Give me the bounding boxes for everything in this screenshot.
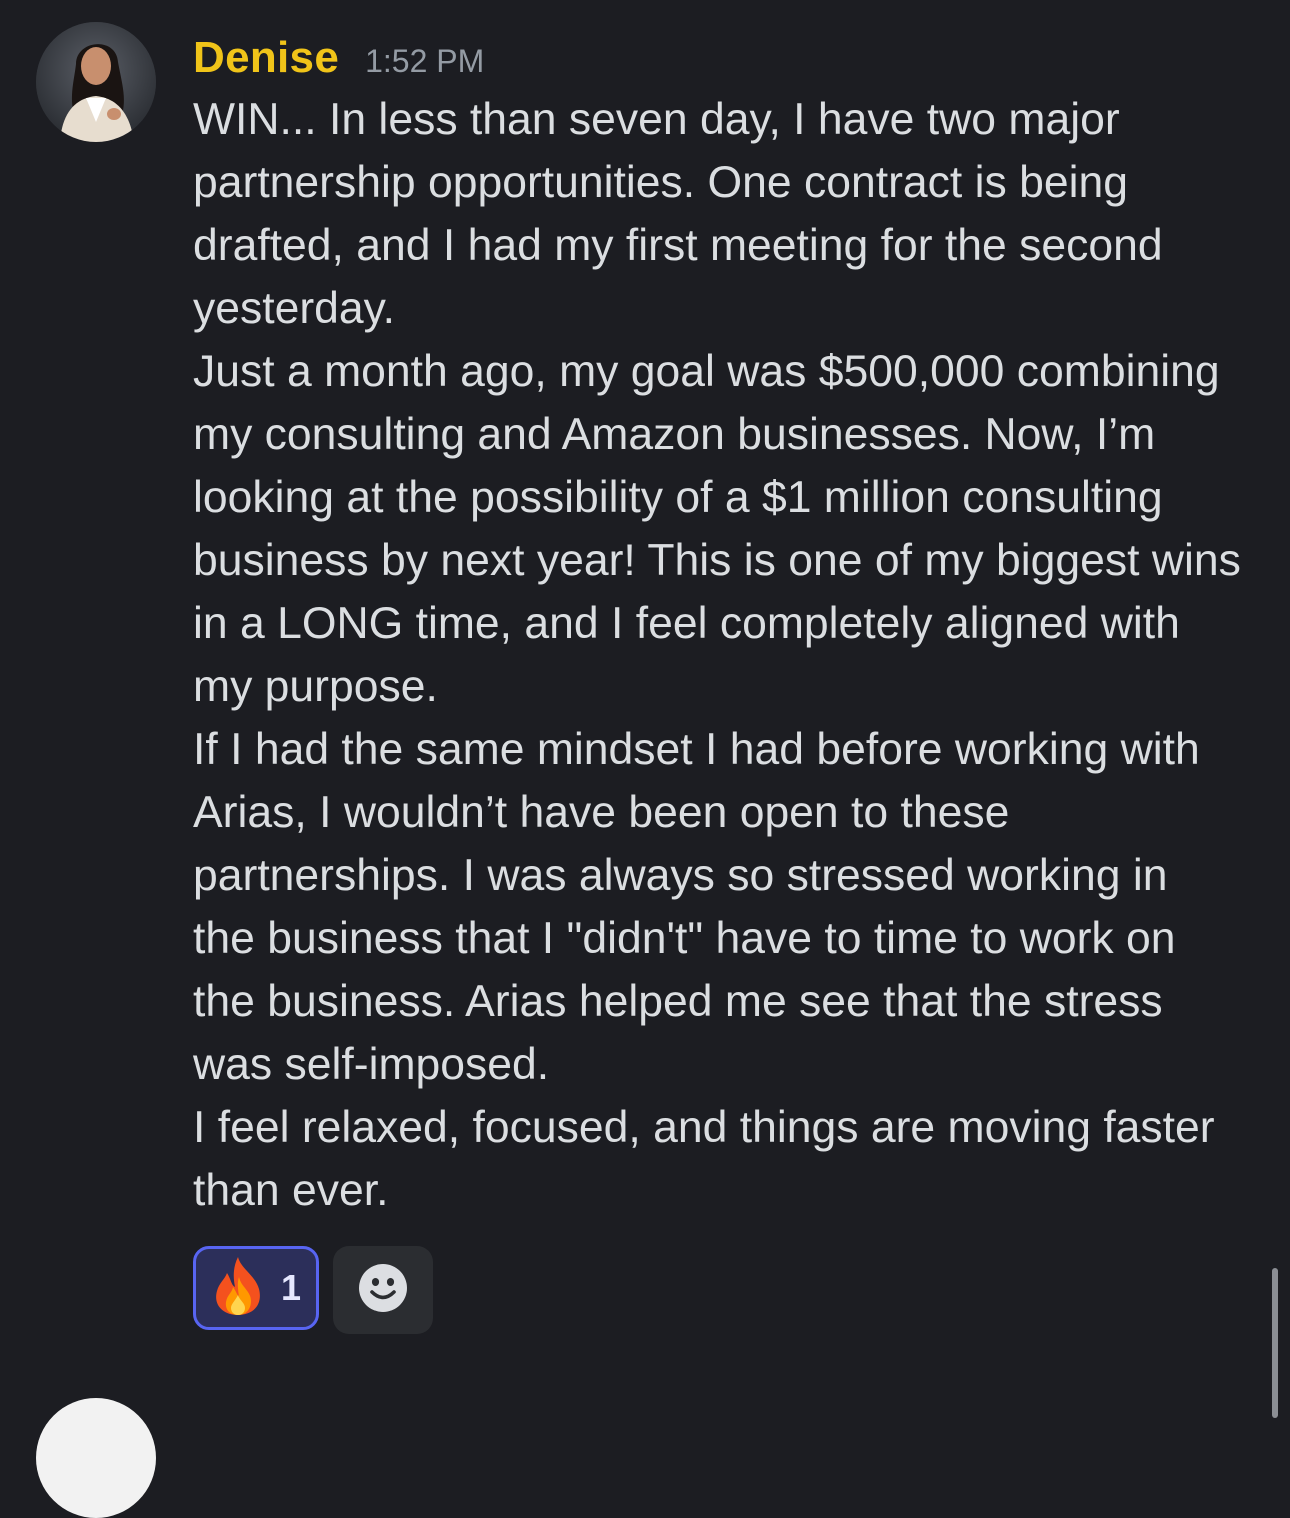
message-line: in a LONG time, and I feel completely al…	[193, 599, 1180, 648]
message-line: the business. Arias helped me see that t…	[193, 977, 1163, 1026]
message-line: Arias, I wouldn’t have been open to thes…	[193, 788, 1010, 837]
reaction-count: 1	[280, 1267, 302, 1308]
message-line: yesterday.	[193, 284, 395, 333]
message-line: business by next year! This is one of my…	[193, 536, 1241, 585]
message-line: Just a month ago, my goal was $500,000 c…	[193, 347, 1220, 396]
message-line: partnerships. I was always so stressed w…	[193, 851, 1168, 900]
user-avatar[interactable]	[36, 22, 156, 142]
message-line: If I had the same mindset I had before w…	[193, 725, 1200, 774]
fire-icon	[211, 1255, 265, 1322]
next-message-avatar[interactable]	[36, 1398, 156, 1518]
reactions-bar: 1	[193, 1246, 433, 1334]
message-line: than ever.	[193, 1166, 389, 1215]
username[interactable]: Denise	[193, 28, 339, 88]
message-line: my purpose.	[193, 662, 438, 711]
message-line: was self-imposed.	[193, 1040, 550, 1089]
message-content: WIN... In less than seven day, I have tw…	[193, 88, 1263, 1222]
message-line: the business that I "didn't" have to tim…	[193, 914, 1176, 963]
scrollbar-thumb[interactable]	[1272, 1268, 1278, 1418]
chat-message: Denise 1:52 PM WIN... In less than seven…	[0, 0, 1290, 1360]
message-line: looking at the possibility of a $1 milli…	[193, 473, 1163, 522]
timestamp: 1:52 PM	[365, 43, 485, 79]
message-header: Denise 1:52 PM	[193, 28, 484, 88]
add-reaction-button[interactable]	[333, 1246, 433, 1334]
fire-reaction-button[interactable]: 1	[193, 1246, 319, 1330]
message-line: drafted, and I had my first meeting for …	[193, 221, 1163, 270]
message-line: WIN... In less than seven day, I have tw…	[193, 95, 1120, 144]
smiley-face-icon	[358, 1263, 408, 1318]
message-line: my consulting and Amazon businesses. Now…	[193, 410, 1156, 459]
message-line: I feel relaxed, focused, and things are …	[193, 1103, 1215, 1152]
message-line: partnership opportunities. One contract …	[193, 158, 1129, 207]
